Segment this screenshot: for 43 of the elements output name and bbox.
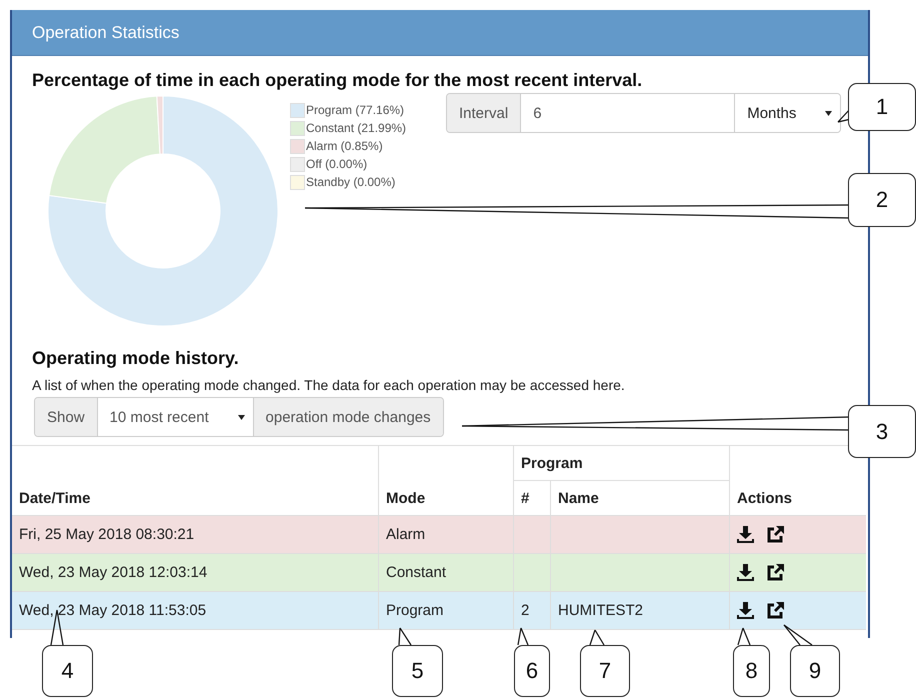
mode-cell: Alarm	[386, 526, 426, 543]
mode-cell: Program	[386, 602, 444, 619]
count-select[interactable]: 10 most recent	[98, 398, 254, 436]
leader-line	[737, 628, 751, 646]
caret-icon	[238, 414, 245, 420]
callout-number: 7	[580, 645, 630, 697]
callout-number: 4	[42, 645, 93, 697]
leader-line	[589, 630, 605, 646]
section-heading: Operating mode history.	[32, 348, 240, 369]
date-cell: Wed, 23 May 2018 12:03:14	[19, 564, 208, 581]
column-header: Date/Time	[12, 446, 378, 516]
column-header: Program	[514, 446, 730, 480]
callout-number: 1	[848, 83, 916, 131]
section-heading: Percentage of time in each operating mode for the most recent interval.	[32, 70, 644, 91]
external-link-icon[interactable]	[766, 564, 784, 582]
callout-number: 9	[790, 645, 840, 697]
download-icon[interactable]	[737, 526, 754, 544]
callout-number: 3	[848, 405, 916, 458]
leader-line	[398, 628, 412, 646]
program-number-cell: 2	[521, 602, 530, 619]
legend-label: Off (0.00%)	[306, 157, 368, 171]
callout-number: 6	[514, 645, 550, 697]
leader-line	[784, 624, 812, 646]
download-icon[interactable]	[737, 602, 754, 620]
mode-cell: Constant	[386, 564, 446, 581]
legend-label: Standby (0.00%)	[306, 175, 396, 189]
external-link-icon[interactable]	[766, 526, 784, 544]
legend-label: Program (77.16%)	[306, 103, 404, 117]
date-cell: Fri, 25 May 2018 08:30:21	[19, 526, 194, 543]
legend-label: Constant (21.99%)	[306, 121, 406, 135]
callout-number: 2	[848, 173, 916, 227]
download-icon[interactable]	[737, 564, 754, 582]
external-link-icon[interactable]	[766, 602, 784, 620]
callout-number: 5	[392, 645, 443, 697]
legend-label: Alarm (0.85%)	[306, 139, 383, 153]
description-text: A list of when the operating mode changed. The data for each operation may be accessed here.	[32, 377, 626, 393]
leader-line	[517, 628, 529, 646]
panel-title: Operation Statistics	[12, 10, 868, 56]
callout-number: 8	[733, 645, 770, 697]
show-label: Show	[35, 398, 98, 436]
date-cell: Wed, 23 May 2018 11:53:05	[19, 602, 206, 619]
program-name-cell: HUMITEST2	[558, 602, 644, 619]
changes-label: operation mode changes	[254, 398, 443, 436]
